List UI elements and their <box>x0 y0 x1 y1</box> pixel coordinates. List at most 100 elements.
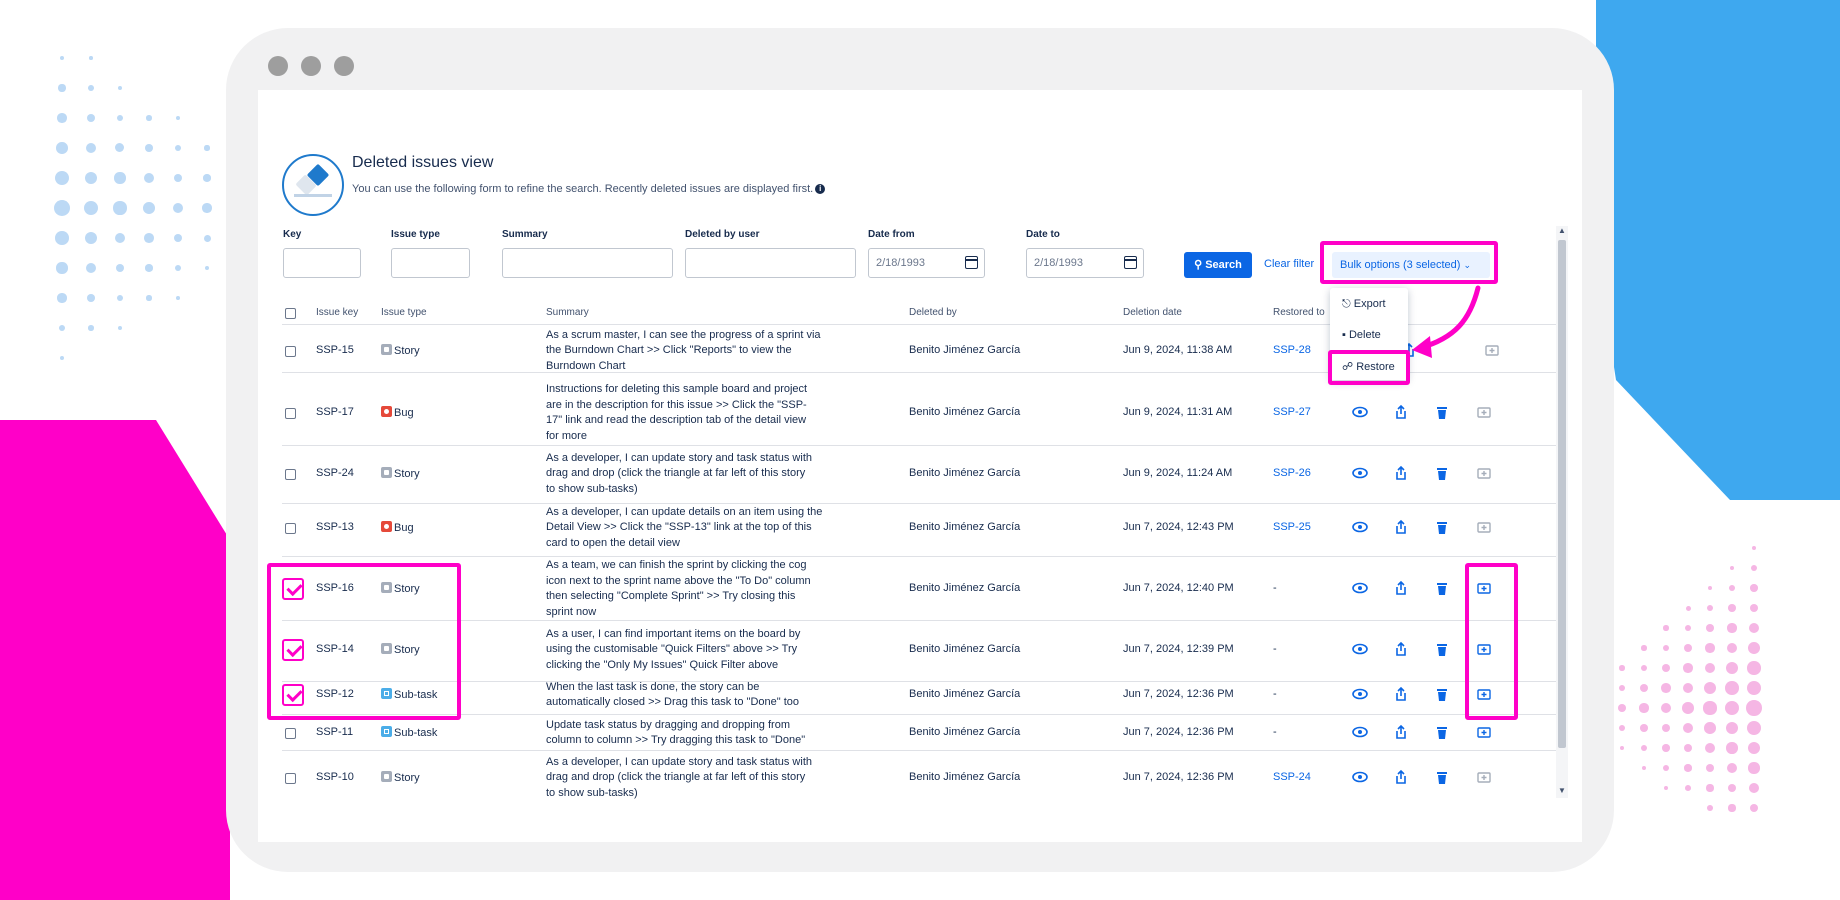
trash-icon[interactable] <box>1434 519 1450 540</box>
trash-icon[interactable] <box>1434 641 1450 662</box>
calendar-icon[interactable] <box>965 256 978 269</box>
clear-filter-link[interactable]: Clear filter <box>1264 258 1314 270</box>
restored-to[interactable]: SSP-28 <box>1273 344 1311 356</box>
decor-dot <box>54 200 70 216</box>
date-to-input[interactable]: 2/18/1993 <box>1026 248 1144 278</box>
date-from-input[interactable]: 2/18/1993 <box>868 248 985 278</box>
trash-icon[interactable] <box>1434 404 1450 425</box>
decor-dot <box>1684 644 1692 652</box>
decor-dot <box>204 145 210 151</box>
decor-dot <box>1726 742 1738 754</box>
page-subtitle: You can use the following form to refine… <box>352 183 826 195</box>
issue-key[interactable]: SSP-24 <box>316 467 354 479</box>
share-icon[interactable] <box>1393 519 1409 540</box>
restore-icon[interactable] <box>1476 519 1492 540</box>
restored-to[interactable]: SSP-25 <box>1273 521 1311 533</box>
row-checkbox[interactable] <box>285 773 296 784</box>
view-icon[interactable] <box>1352 404 1368 425</box>
issue-key[interactable]: SSP-10 <box>316 771 354 783</box>
decor-dot <box>145 264 153 272</box>
story-type-icon <box>381 771 392 782</box>
restored-to[interactable]: SSP-24 <box>1273 771 1311 783</box>
view-icon[interactable] <box>1352 519 1368 540</box>
sub-type-icon <box>381 726 392 737</box>
menu-item-export[interactable]: ⎋ Export <box>1342 298 1386 311</box>
row-checkbox[interactable] <box>285 523 296 534</box>
summary-input[interactable] <box>502 248 673 278</box>
decor-dot <box>58 84 66 92</box>
issue-key[interactable]: SSP-11 <box>316 726 353 738</box>
trash-icon[interactable] <box>1434 465 1450 486</box>
col-deleted-by: Deleted by <box>909 307 957 318</box>
share-icon[interactable] <box>1393 641 1409 662</box>
scroll-down-icon[interactable]: ▼ <box>1558 786 1566 795</box>
restore-icon[interactable] <box>1476 465 1492 486</box>
row-checkbox[interactable] <box>285 408 296 419</box>
restored-to[interactable]: SSP-26 <box>1273 467 1311 479</box>
menu-item-delete[interactable]: ▪ Delete <box>1342 329 1381 341</box>
calendar-icon[interactable] <box>1124 256 1137 269</box>
row-checkbox[interactable] <box>285 469 296 480</box>
trash-icon[interactable] <box>1434 724 1450 745</box>
decor-dot <box>144 233 154 243</box>
view-icon[interactable] <box>1352 465 1368 486</box>
restore-icon[interactable] <box>1476 404 1492 425</box>
decor-dot <box>203 234 211 242</box>
issue-key[interactable]: SSP-17 <box>316 406 354 418</box>
decor-dot <box>56 142 68 154</box>
key-label: Key <box>283 229 302 240</box>
decor-dot <box>55 231 69 245</box>
scrollbar-thumb[interactable] <box>1558 240 1566 748</box>
trash-icon[interactable] <box>1434 686 1450 707</box>
deleted-by: Benito Jiménez García <box>909 688 1021 700</box>
row-divider <box>282 681 1556 682</box>
decor-dot <box>1750 584 1758 592</box>
restore-icon[interactable] <box>1476 769 1492 790</box>
decor-dot <box>1618 704 1626 712</box>
view-icon[interactable] <box>1352 769 1368 790</box>
decor-dot <box>1728 604 1736 612</box>
view-icon[interactable] <box>1352 641 1368 662</box>
deleted-by-user-label: Deleted by user <box>685 229 760 240</box>
deletion-date: Jun 9, 2024, 11:24 AM <box>1123 467 1233 479</box>
row-divider <box>282 750 1556 751</box>
view-icon[interactable] <box>1352 686 1368 707</box>
view-icon[interactable] <box>1352 580 1368 601</box>
select-all-checkbox[interactable] <box>285 308 296 319</box>
trash-icon[interactable] <box>1434 580 1450 601</box>
issue-type-input[interactable] <box>391 248 470 278</box>
share-icon[interactable] <box>1393 465 1409 486</box>
restored-to[interactable]: SSP-27 <box>1273 406 1311 418</box>
restore-icon[interactable] <box>1476 724 1492 745</box>
deletion-date: Jun 7, 2024, 12:43 PM <box>1123 521 1234 533</box>
issue-type: Bug <box>381 521 414 534</box>
deletion-date: Jun 7, 2024, 12:36 PM <box>1123 771 1234 783</box>
deleted-by: Benito Jiménez García <box>909 771 1021 783</box>
decor-dot <box>55 171 69 185</box>
decor-dot <box>1748 762 1760 774</box>
info-icon[interactable]: i <box>815 184 826 195</box>
decor-dot <box>1662 744 1670 752</box>
issue-key[interactable]: SSP-13 <box>316 521 354 533</box>
key-input[interactable] <box>283 248 361 278</box>
deletion-date: Jun 9, 2024, 11:38 AM <box>1123 344 1233 356</box>
deleted-by-user-input[interactable] <box>685 248 856 278</box>
share-icon[interactable] <box>1393 580 1409 601</box>
decor-dot <box>1705 643 1715 653</box>
decor-dot <box>89 56 93 60</box>
share-icon[interactable] <box>1393 404 1409 425</box>
share-icon[interactable] <box>1393 724 1409 745</box>
share-icon[interactable] <box>1393 769 1409 790</box>
trash-icon[interactable] <box>1434 769 1450 790</box>
share-icon[interactable] <box>1393 686 1409 707</box>
decor-dot <box>1727 763 1737 773</box>
issue-summary: As a scrum master, I can see the progres… <box>546 328 821 372</box>
row-checkbox[interactable] <box>285 346 296 357</box>
search-button[interactable]: ⚲ Search <box>1184 252 1252 278</box>
row-checkbox[interactable] <box>285 728 296 739</box>
story-type-icon <box>381 344 392 355</box>
scroll-up-icon[interactable]: ▲ <box>1558 226 1566 235</box>
issue-key[interactable]: SSP-15 <box>316 344 354 356</box>
view-icon[interactable] <box>1352 724 1368 745</box>
bulk-options-highlight <box>1320 241 1498 284</box>
